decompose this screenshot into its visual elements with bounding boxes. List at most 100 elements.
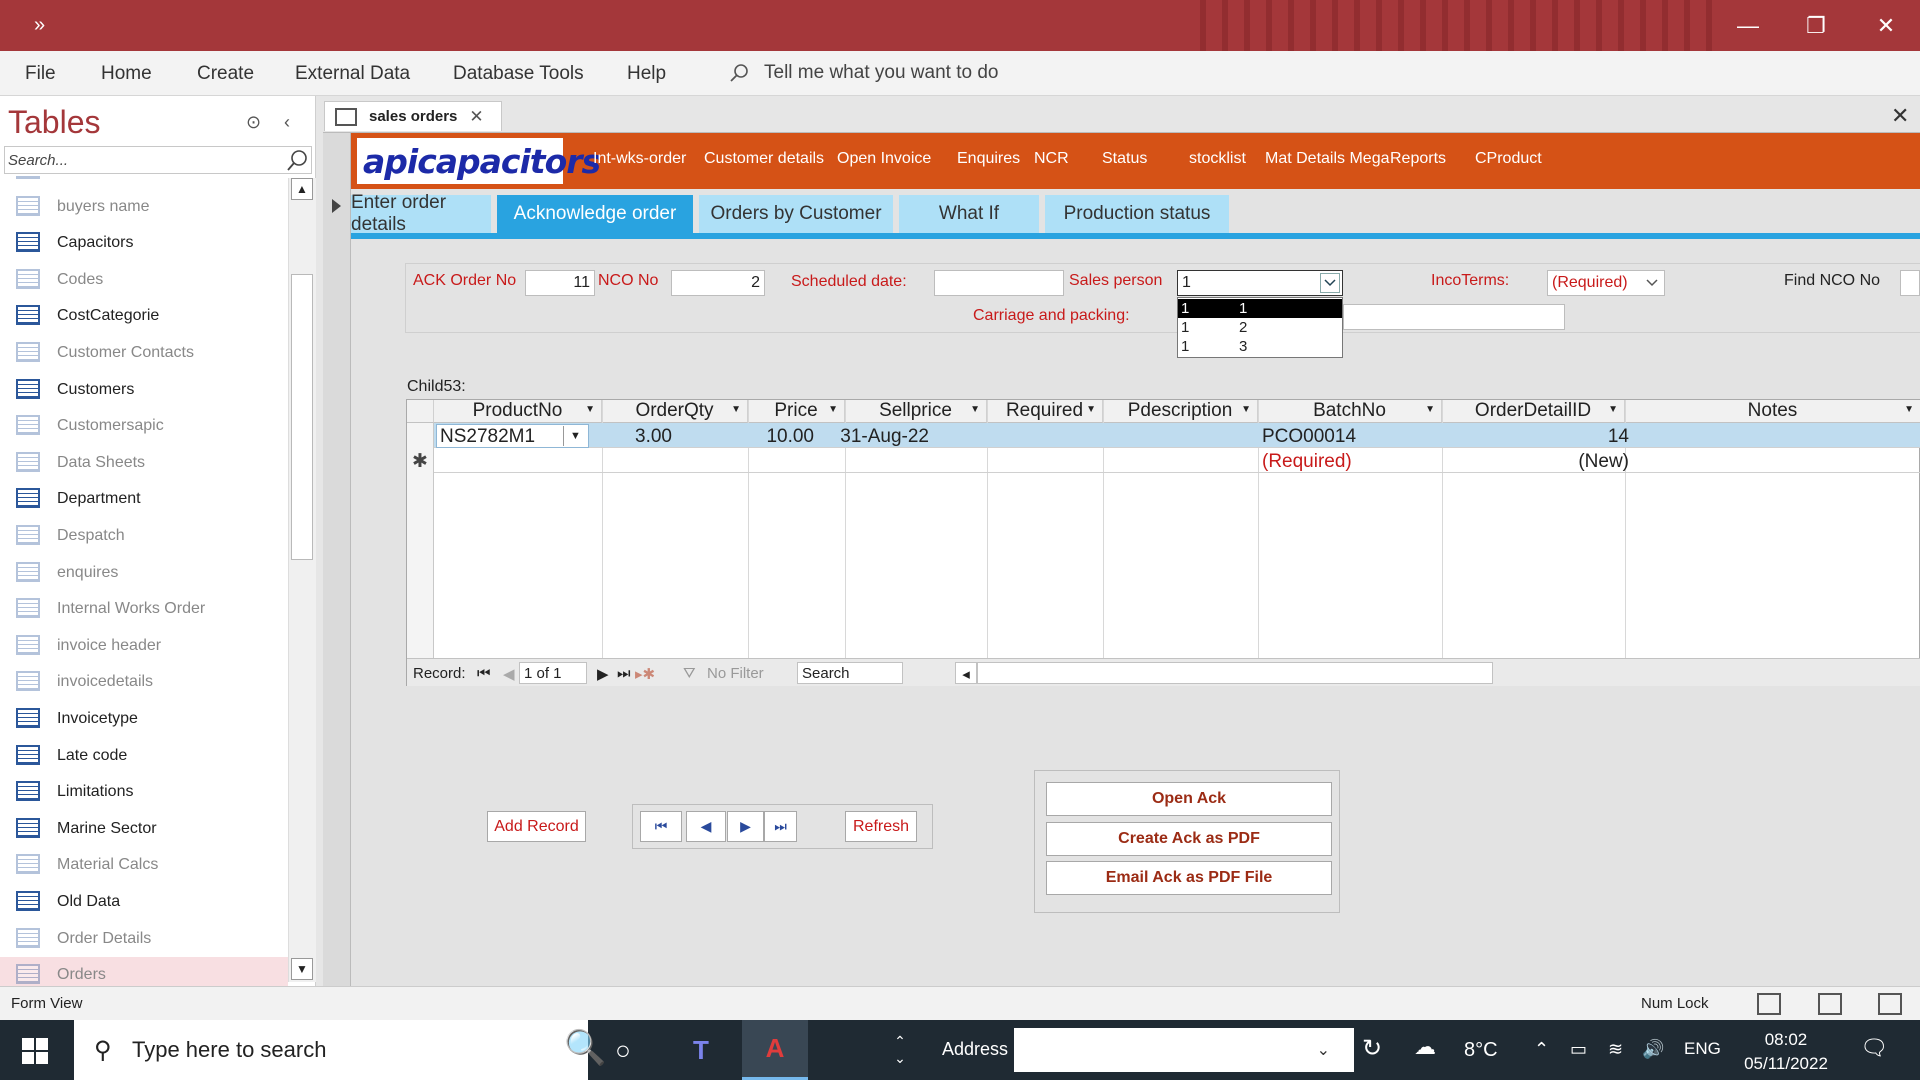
dropdown-option[interactable]: 11	[1178, 299, 1342, 318]
datasheet-search-input[interactable]: Search	[797, 662, 903, 684]
sidebar-item[interactable]: Data Sheets	[0, 445, 288, 481]
tell-me-box[interactable]: Tell me what you want to do	[728, 62, 998, 84]
sidebar-item[interactable]: enquires	[0, 555, 288, 591]
scroll-left-icon[interactable]: ◂	[955, 662, 977, 684]
cell-batchno[interactable]: PCO00014	[1262, 426, 1356, 448]
no-filter-label[interactable]: No Filter	[707, 665, 764, 682]
temperature-label[interactable]: 8°C	[1464, 1039, 1498, 1062]
ack-order-field[interactable]: 11	[525, 270, 595, 296]
teams-icon[interactable]: T	[668, 1020, 734, 1080]
column-filter-icon[interactable]: ▼	[970, 404, 980, 415]
add-record-button[interactable]: Add Record	[487, 811, 586, 842]
scroll-up-icon[interactable]: ▲	[291, 178, 313, 200]
nav-search-input[interactable]: Search...	[4, 146, 312, 174]
open-ack-button[interactable]: Open Ack	[1046, 782, 1332, 816]
column-header-productno[interactable]: ProductNo ▼	[434, 400, 602, 423]
sidebar-item[interactable]: Capacitors	[0, 225, 288, 261]
cell-batchno-required[interactable]: (Required)	[1262, 451, 1352, 473]
quick-access-chevron-icon[interactable]: »	[34, 14, 45, 37]
column-filter-icon[interactable]: ▼	[1086, 404, 1096, 415]
link-int-wks-order[interactable]: Int-wks-order	[593, 150, 686, 168]
menu-database-tools[interactable]: Database Tools	[453, 63, 584, 85]
menu-external-data[interactable]: External Data	[295, 63, 410, 85]
productno-combo[interactable]: NS2782M1 ▼	[436, 424, 589, 448]
link-status[interactable]: Status	[1102, 150, 1147, 168]
form-view-icon[interactable]	[1757, 993, 1781, 1015]
record-position-field[interactable]: 1 of 1	[519, 662, 587, 684]
column-header-orderqty[interactable]: OrderQty ▼	[602, 400, 748, 423]
chevron-down-icon[interactable]: ⌄	[1317, 1040, 1330, 1060]
sidebar-item[interactable]: Despatch	[0, 518, 288, 554]
sidebar-item[interactable]: Department	[0, 481, 288, 517]
cell-required[interactable]: 31-Aug-22	[840, 426, 929, 448]
volume-icon[interactable]: 🔊	[1642, 1039, 1664, 1060]
sidebar-item[interactable]: Customersapic	[0, 408, 288, 444]
link-reports[interactable]: Reports	[1390, 150, 1446, 168]
address-input[interactable]: ⌄	[1014, 1028, 1354, 1072]
sidebar-item[interactable]: Customer Contacts	[0, 335, 288, 371]
nav-options-icon[interactable]: ⊙	[246, 112, 261, 133]
tab-production-status[interactable]: Production status	[1045, 195, 1229, 233]
previous-record-button[interactable]: ◀	[686, 811, 726, 842]
chevron-down-icon[interactable]	[1320, 273, 1340, 293]
notifications-icon[interactable]: 🗨	[1860, 1035, 1888, 1061]
next-record-button[interactable]: ▶	[727, 811, 764, 842]
link-open-invoice[interactable]: Open Invoice	[837, 150, 931, 168]
address-toolbar-arrows-icon[interactable]: ⌃ ⌄	[880, 1020, 920, 1080]
dropdown-option[interactable]: 12	[1178, 318, 1342, 337]
chevron-down-icon[interactable]	[1642, 273, 1662, 293]
email-ack-pdf-button[interactable]: Email Ack as PDF File	[1046, 861, 1332, 895]
system-clock[interactable]: 08:02 05/11/2022	[1736, 1028, 1836, 1076]
table-row[interactable]: 100 3.00 10.00 31-Aug-22 PCO00014 14	[434, 423, 1920, 448]
create-ack-pdf-button[interactable]: Create Ack as PDF	[1046, 822, 1332, 856]
sidebar-item[interactable]: Codes	[0, 262, 288, 298]
column-header-batchno[interactable]: BatchNo ▼	[1258, 400, 1442, 423]
sidebar-item[interactable]: invoice header	[0, 628, 288, 664]
next-record-icon[interactable]: ▶	[597, 665, 609, 683]
taskbar-search-box[interactable]: ⚲ Type here to search 🔍	[74, 1020, 606, 1080]
cell-orderdetailid-new[interactable]: (New)	[1578, 451, 1629, 473]
column-filter-icon[interactable]: ▼	[828, 404, 838, 415]
link-mat-details-mega[interactable]: Mat Details Mega	[1265, 150, 1390, 168]
cell-price[interactable]: 3.00	[635, 426, 672, 448]
close-document-icon[interactable]: ✕	[1891, 103, 1909, 129]
sidebar-item[interactable]: Limitations	[0, 774, 288, 810]
incoterms-combo[interactable]: (Required)	[1547, 270, 1665, 296]
sidebar-item[interactable]: booked in	[0, 176, 288, 188]
select-all-corner[interactable]	[407, 400, 434, 423]
column-header-sellprice[interactable]: Sellprice ▼	[845, 400, 987, 423]
menu-home[interactable]: Home	[101, 63, 152, 85]
link-customer-details[interactable]: Customer details	[704, 150, 824, 168]
close-tab-icon[interactable]: ✕	[469, 107, 483, 127]
sidebar-item[interactable]: Order Details	[0, 921, 288, 957]
last-record-icon[interactable]: ⏭	[617, 665, 631, 682]
sidebar-item[interactable]: Internal Works Order	[0, 591, 288, 627]
tab-what-if[interactable]: What If	[899, 195, 1039, 233]
sidebar-item[interactable]: Old Data	[0, 884, 288, 920]
link-enquires[interactable]: Enquires	[957, 150, 1020, 168]
menu-help[interactable]: Help	[627, 63, 666, 85]
link-cproduct[interactable]: CProduct	[1475, 150, 1542, 168]
tab-enter-order-details[interactable]: Enter order details	[351, 192, 491, 235]
column-filter-icon[interactable]: ▼	[1241, 404, 1251, 415]
sales-person-combo[interactable]: 1	[1177, 270, 1343, 296]
cell-orderdetailid[interactable]: 14	[1608, 426, 1629, 448]
column-filter-icon[interactable]: ▼	[585, 404, 595, 415]
tab-acknowledge-order[interactable]: Acknowledge order	[497, 195, 693, 233]
column-filter-icon[interactable]: ▼	[731, 404, 741, 415]
first-record-icon[interactable]: ⏮	[477, 665, 491, 682]
scheduled-date-field[interactable]	[934, 270, 1064, 296]
scroll-down-icon[interactable]: ▼	[291, 958, 313, 980]
menu-create[interactable]: Create	[197, 63, 254, 85]
design-view-icon[interactable]	[1878, 993, 1902, 1015]
battery-icon[interactable]: ▭	[1570, 1039, 1587, 1060]
access-app-icon[interactable]: A	[742, 1020, 808, 1080]
column-filter-icon[interactable]: ▼	[1608, 404, 1618, 415]
column-header-price[interactable]: Price ▼	[748, 400, 845, 423]
doc-tab-sales-orders[interactable]: sales orders ✕	[324, 101, 502, 131]
new-record-row[interactable]: (Required) (New)	[434, 448, 1920, 473]
horizontal-scrollbar[interactable]	[977, 662, 1493, 684]
refresh-button[interactable]: Refresh	[845, 811, 917, 842]
sidebar-item[interactable]: Marine Sector	[0, 811, 288, 847]
nav-scrollbar[interactable]: ▲ ▼	[288, 178, 316, 982]
